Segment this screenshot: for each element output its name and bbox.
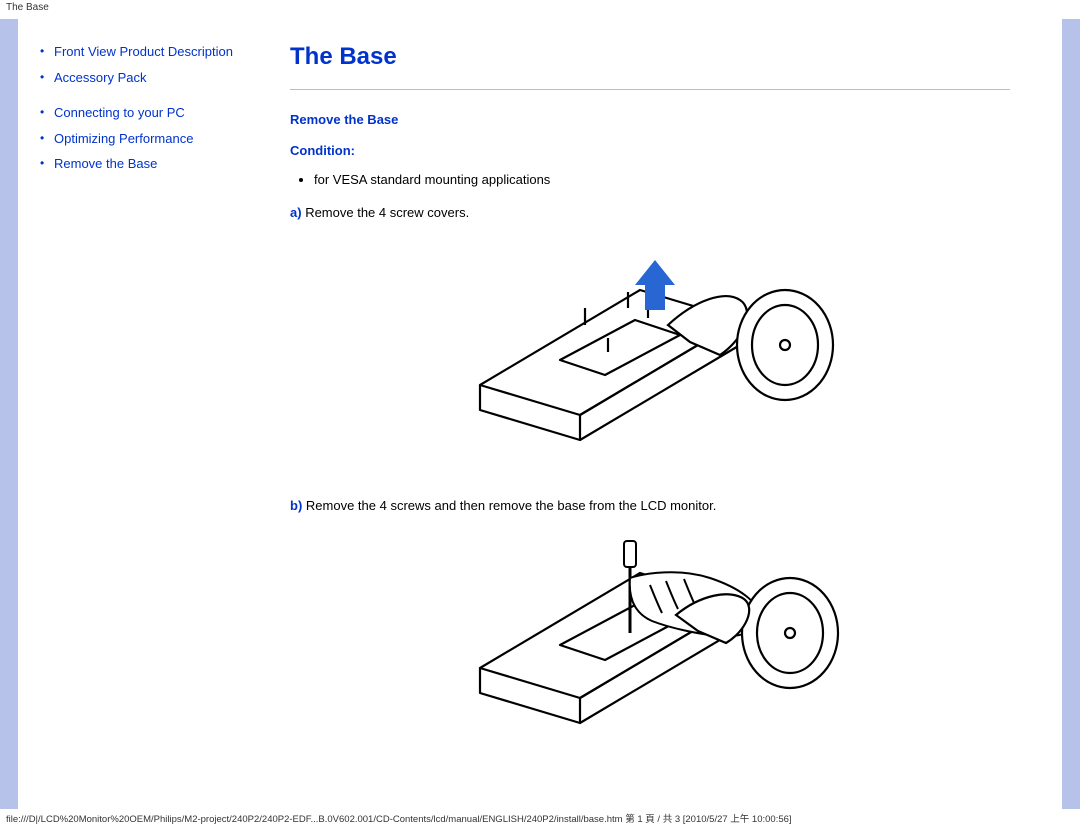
step-text: Remove the 4 screws and then remove the … <box>306 498 716 513</box>
right-decor-bar <box>1062 19 1080 809</box>
left-decor-bar <box>0 19 18 809</box>
sidebar-item-optimizing-performance[interactable]: Optimizing Performance <box>40 130 270 148</box>
illustration-remove-covers <box>440 230 860 470</box>
sidebar-link[interactable]: Remove the Base <box>54 156 157 171</box>
step-b: b) Remove the 4 screws and then remove t… <box>290 498 1010 513</box>
page-title: The Base <box>290 43 1010 71</box>
step-text: Remove the 4 screw covers. <box>305 205 469 220</box>
status-line: file:///D|/LCD%20Monitor%20OEM/Philips/M… <box>0 809 1080 831</box>
window-title: The Base <box>0 0 1080 19</box>
sidebar-link[interactable]: Accessory Pack <box>54 70 146 85</box>
sidebar-nav: Front View Product Description Accessory… <box>18 19 280 809</box>
sidebar-item-remove-base[interactable]: Remove the Base <box>40 155 270 173</box>
page-frame: Front View Product Description Accessory… <box>0 19 1080 809</box>
step-a: a) Remove the 4 screw covers. <box>290 205 1010 220</box>
sidebar-item-connecting-pc[interactable]: Connecting to your PC <box>40 104 270 122</box>
main-area: Front View Product Description Accessory… <box>18 19 1062 809</box>
condition-label: Condition: <box>290 143 1010 158</box>
article-content: The Base Remove the Base Condition: for … <box>280 19 1050 809</box>
sidebar-link[interactable]: Connecting to your PC <box>54 105 185 120</box>
divider <box>290 89 1010 90</box>
illustration-remove-screws <box>440 523 860 743</box>
section-title: Remove the Base <box>290 112 1010 127</box>
sidebar-link[interactable]: Front View Product Description <box>54 44 233 59</box>
condition-item: for VESA standard mounting applications <box>314 172 1010 187</box>
condition-list: for VESA standard mounting applications <box>314 172 1010 187</box>
step-label: b) <box>290 498 302 513</box>
sidebar-item-front-view[interactable]: Front View Product Description <box>40 43 270 61</box>
step-label: a) <box>290 205 302 220</box>
sidebar-link[interactable]: Optimizing Performance <box>54 131 193 146</box>
sidebar-item-accessory-pack[interactable]: Accessory Pack <box>40 69 270 87</box>
